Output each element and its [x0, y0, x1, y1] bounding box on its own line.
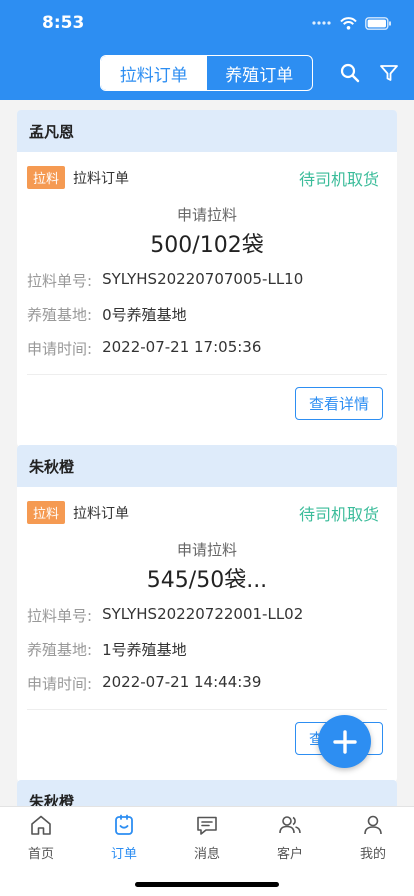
request-time-value: 2022-07-21 14:44:39: [102, 673, 262, 691]
customers-icon: [279, 816, 301, 834]
order-number-row: 拉料单号: SYLYHS20220722001-LL02: [27, 605, 303, 626]
order-number-row: 拉料单号: SYLYHS20220707005-LL10: [27, 270, 303, 291]
filter-icon[interactable]: [379, 63, 399, 83]
order-status: 待司机取货: [298, 505, 379, 524]
order-tag-badge: 拉料: [27, 166, 66, 189]
tab-orders[interactable]: 订单: [83, 813, 165, 862]
order-number-value: SYLYHS20220722001-LL02: [102, 605, 304, 623]
order-number-value: SYLYHS20220707005-LL10: [102, 270, 304, 288]
request-label: 申请拉料: [176, 541, 237, 559]
request-time-value: 2022-07-21 17:05:36: [102, 338, 262, 356]
base-value: 1号养殖基地: [102, 641, 187, 659]
order-status: 待司机取货: [298, 170, 379, 189]
order-type-segmented-control: 拉料订单 养殖订单: [100, 55, 313, 91]
tab-home[interactable]: 首页: [0, 813, 82, 862]
order-type-label: 拉料订单: [73, 170, 130, 187]
cellular-dots-icon: [312, 21, 331, 25]
tab-feed-order[interactable]: 拉料订单: [101, 56, 207, 90]
tab-home-label: 首页: [27, 847, 54, 862]
message-icon: [197, 816, 217, 835]
request-label: 申请拉料: [176, 206, 237, 224]
order-list[interactable]: 孟凡恩 拉料 拉料订单 待司机取货 申请拉料 500/102袋 拉料单号: SY…: [0, 100, 414, 806]
request-quantity: 545/50袋...: [146, 568, 268, 593]
request-time-key: 申请时间:: [27, 340, 93, 358]
home-icon: [31, 815, 51, 835]
tab-breeding-order[interactable]: 养殖订单: [207, 56, 313, 90]
home-indicator: [135, 882, 279, 887]
add-order-button[interactable]: [318, 715, 371, 768]
status-icons: [312, 14, 392, 32]
order-number-key: 拉料单号:: [27, 272, 93, 290]
request-quantity: 500/102袋: [150, 233, 264, 258]
order-card: 孟凡恩 拉料 拉料订单 待司机取货 申请拉料 500/102袋 拉料单号: SY…: [17, 110, 397, 447]
base-key: 养殖基地:: [27, 641, 93, 659]
request-time-row: 申请时间: 2022-07-21 14:44:39: [27, 673, 261, 694]
order-type-label: 拉料订单: [73, 505, 130, 522]
wifi-icon: [340, 16, 357, 30]
base-row: 养殖基地: 0号养殖基地: [27, 304, 187, 325]
search-icon[interactable]: [340, 63, 360, 83]
base-row: 养殖基地: 1号养殖基地: [27, 639, 187, 660]
tab-customers[interactable]: 客户: [249, 813, 331, 862]
profile-icon: [364, 815, 382, 835]
tab-profile-label: 我的: [359, 847, 386, 862]
order-number-key: 拉料单号:: [27, 607, 93, 625]
customer-name: 孟凡恩: [17, 110, 397, 152]
tab-messages-label: 消息: [193, 847, 220, 862]
orders-icon: [115, 814, 133, 835]
order-tag-badge: 拉料: [27, 501, 66, 524]
divider: [27, 374, 387, 375]
tab-orders-label: 订单: [110, 847, 137, 862]
divider: [27, 709, 387, 710]
order-card: 朱秋橙: [17, 780, 397, 806]
base-key: 养殖基地:: [27, 306, 93, 324]
tab-customers-label: 客户: [276, 847, 303, 862]
plus-icon: [332, 729, 357, 754]
tab-messages[interactable]: 消息: [166, 813, 248, 862]
request-time-row: 申请时间: 2022-07-21 17:05:36: [27, 338, 261, 359]
customer-name: 朱秋橙: [17, 780, 397, 806]
app-header: 8:53 拉料订单 养殖订单: [0, 0, 414, 100]
base-value: 0号养殖基地: [102, 306, 187, 324]
tab-profile[interactable]: 我的: [332, 813, 414, 862]
view-details-button[interactable]: 查看详情: [295, 387, 383, 420]
customer-name: 朱秋橙: [17, 445, 397, 487]
status-time: 8:53: [42, 13, 85, 33]
request-time-key: 申请时间:: [27, 675, 93, 693]
battery-icon: [365, 16, 391, 30]
